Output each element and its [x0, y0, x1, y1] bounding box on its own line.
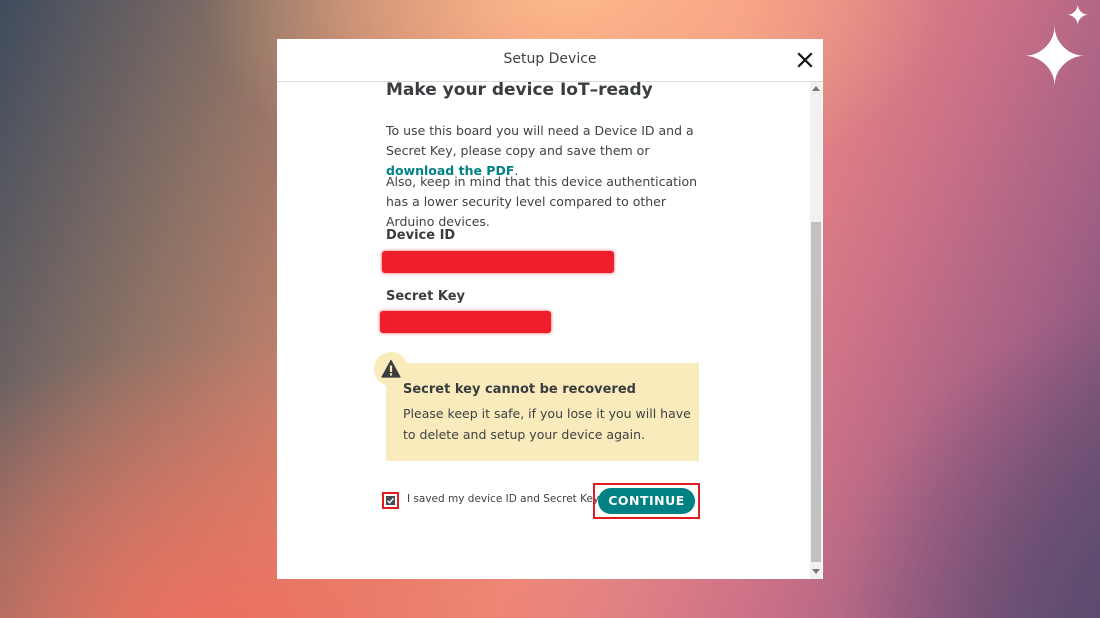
confirm-row: I saved my device ID and Secret Key CONT… [382, 481, 702, 521]
intro-text: To use this board you will need a Device… [386, 123, 694, 158]
saved-checkbox-highlight[interactable] [382, 492, 399, 509]
dialog-scrollbar[interactable] [810, 82, 822, 579]
close-button[interactable] [793, 48, 817, 72]
secret-key-label: Secret Key [386, 289, 465, 304]
continue-button[interactable]: CONTINUE [598, 488, 695, 514]
page-title: Make your device IoT–ready [386, 82, 653, 100]
warning-box: Secret key cannot be recovered Please ke… [374, 352, 699, 461]
warning-text: Please keep it safe, if you lose it you … [403, 406, 691, 442]
security-note: Also, keep in mind that this device auth… [386, 174, 698, 229]
scroll-down-arrow-icon[interactable] [812, 569, 820, 574]
checkmark-icon [387, 497, 395, 504]
setup-device-dialog: Setup Device Make your device IoT–ready … [277, 39, 823, 579]
warning-triangle-icon [381, 359, 401, 378]
dialog-title: Setup Device [503, 51, 597, 67]
secret-key-value-redacted [380, 311, 551, 333]
continue-button-highlight: CONTINUE [593, 483, 700, 519]
checkbox-label[interactable]: I saved my device ID and Secret Key [407, 493, 599, 505]
close-icon [797, 52, 813, 68]
saved-checkbox[interactable] [386, 496, 395, 505]
dialog-body: Make your device IoT–ready To use this b… [277, 82, 823, 579]
dialog-header: Setup Device [277, 39, 823, 82]
device-id-label: Device ID [386, 228, 456, 243]
device-id-value-redacted [382, 251, 614, 273]
warning-title: Secret key cannot be recovered [403, 382, 636, 397]
scrollbar-thumb[interactable] [811, 222, 821, 562]
warning-badge [374, 352, 408, 386]
scroll-up-arrow-icon[interactable] [812, 86, 820, 91]
sparkle-small-icon: ✦ [1066, 0, 1090, 32]
